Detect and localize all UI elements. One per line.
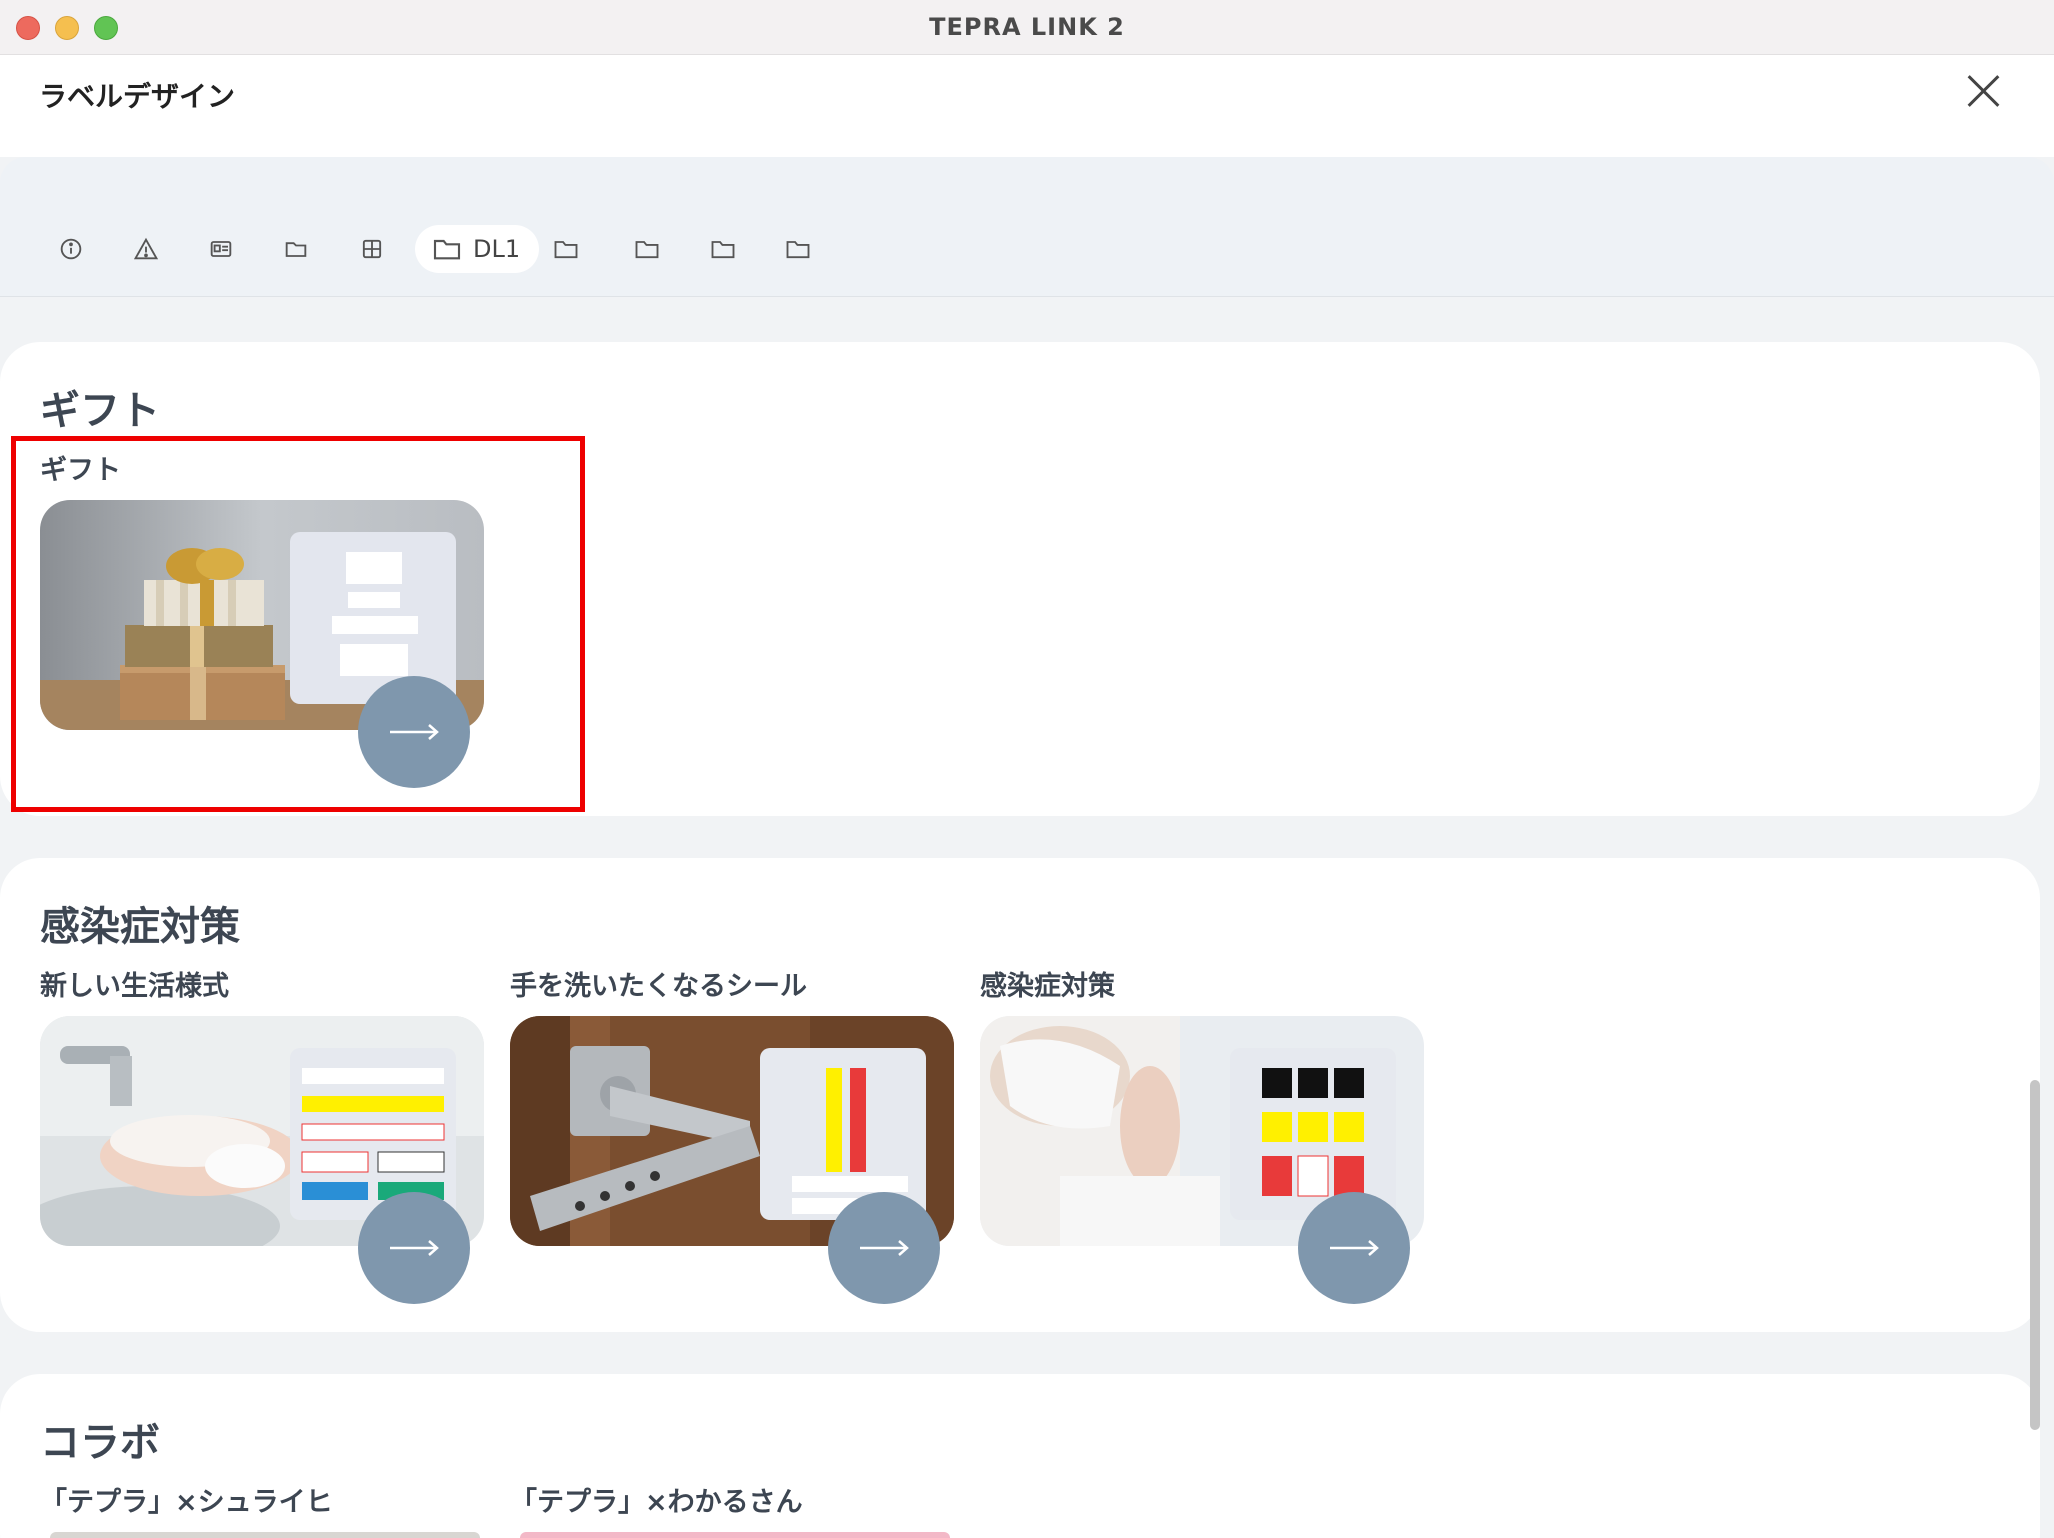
section-title: ギフト [40,388,160,434]
card-thumbnail-collab-wakarusan[interactable] [520,1532,950,1538]
folder-icon [711,241,735,259]
id-card-icon [210,241,232,257]
tab-grid[interactable] [342,225,402,273]
tab-folder-1[interactable] [266,225,326,273]
section-infection-control: 感染症対策 新しい生活様式 手を洗いたくなるシール 感染症対策 [0,858,2040,1332]
folder-icon [285,242,307,257]
card-thumbnail-collab-schleich[interactable] [50,1532,480,1538]
tab-dl1[interactable]: DL1 [415,225,539,273]
tab-folder-2[interactable] [536,225,596,273]
info-icon [60,238,82,260]
window-title: TEPRA LINK 2 [929,13,1125,41]
grid-icon [362,239,382,259]
folder-icon [554,241,578,259]
open-card-button[interactable] [828,1192,940,1304]
tab-dl1-label: DL1 [473,235,521,263]
card-title: 新しい生活様式 [40,971,229,1002]
card-title: 手を洗いたくなるシール [510,971,807,1002]
warning-icon [133,237,159,260]
category-tab-bar: DL1 [0,157,2054,297]
tab-warning[interactable] [116,225,176,273]
section-collab: コラボ 「テプラ」×シュライヒ 「テプラ」×わかるさん [0,1374,2040,1538]
arrow-right-icon [390,1240,439,1256]
folder-icon [786,241,810,259]
title-bar: TEPRA LINK 2 [0,0,2054,55]
vertical-scrollbar[interactable] [2030,1080,2040,1430]
section-title: コラボ [40,1420,160,1466]
tab-info[interactable] [41,225,101,273]
section-title: 感染症対策 [40,904,240,950]
arrow-right-icon [860,1240,909,1256]
selection-highlight [11,436,585,812]
tab-id-card[interactable] [191,225,251,273]
tab-folder-4[interactable] [693,225,753,273]
card-title: 「テプラ」×シュライヒ [40,1487,333,1518]
page-title: ラベルデザイン [39,80,236,113]
folder-icon [635,241,659,259]
folder-icon [433,239,461,260]
open-card-button[interactable] [1298,1192,1410,1304]
card-title: 「テプラ」×わかるさん [510,1487,803,1518]
tab-folder-5[interactable] [768,225,828,273]
tab-folder-3[interactable] [617,225,677,273]
page-header: ラベルデザイン [0,55,2054,157]
close-icon[interactable] [1966,74,2000,108]
card-title: 感染症対策 [980,971,1115,1002]
open-card-button[interactable] [358,1192,470,1304]
arrow-right-icon [1330,1240,1379,1256]
